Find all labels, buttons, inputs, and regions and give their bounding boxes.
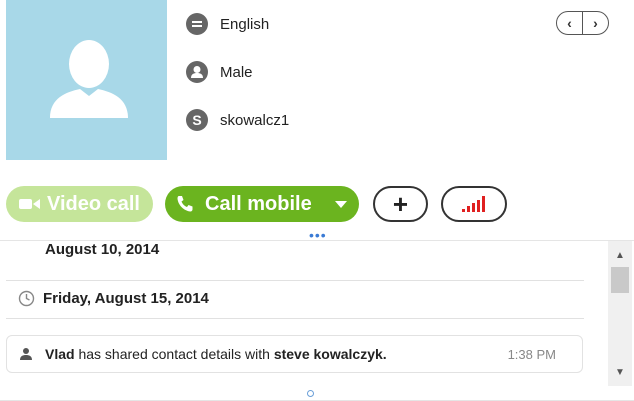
next-button[interactable]: › [583,12,608,34]
list-item[interactable]: Vlad has shared contact details with ste… [6,335,583,373]
person-icon [186,61,208,83]
default-avatar-icon [50,40,128,118]
chat-bubble-icon [186,13,208,35]
skype-name-row: S skowalcz1 [186,108,289,132]
video-call-button[interactable]: Video call [6,186,153,222]
call-quality-button[interactable] [441,186,507,222]
skype-name-value: skowalcz1 [220,111,290,129]
svg-text:S: S [192,112,201,128]
message-sender: Vlad [45,346,75,362]
language-row: English [186,12,269,36]
video-camera-icon [18,199,40,209]
message-text: Vlad has shared contact details with ste… [45,346,387,362]
avatar [6,0,167,160]
scroll-up-icon[interactable]: ▲ [608,245,632,265]
scrollbar[interactable]: ▲ ▼ [608,241,632,386]
call-mobile-button[interactable]: Call mobile [165,186,359,222]
add-button[interactable]: + [373,186,428,222]
date-header: August 10, 2014 [45,241,160,258]
dropdown-arrow-icon[interactable] [335,201,347,208]
gender-value: Male [220,63,253,81]
divider [6,318,584,319]
call-mobile-label: Call mobile [205,192,312,215]
scroll-thumb[interactable] [611,267,629,293]
phone-icon [177,196,193,212]
message-action: has shared contact details with [78,346,270,362]
skype-icon: S [186,109,208,131]
message-timestamp: 1:38 PM [507,347,556,362]
signal-bars-icon [462,196,485,212]
language-value: English [220,15,270,33]
resize-handle[interactable]: ••• [309,228,327,242]
gender-row: Male [186,60,253,84]
status-indicator [307,390,314,397]
date-header: Friday, August 15, 2014 [18,290,602,307]
scroll-down-icon[interactable]: ▼ [608,362,632,382]
video-call-label: Video call [46,192,140,215]
previous-button[interactable]: ‹ [557,12,583,34]
date-header-label: Friday, August 15, 2014 [43,290,209,307]
person-icon [20,348,32,360]
divider [6,280,584,281]
message-recipient: steve kowalczyk. [273,346,387,362]
clock-icon [18,290,35,307]
profile-nav: ‹ › [556,11,609,35]
